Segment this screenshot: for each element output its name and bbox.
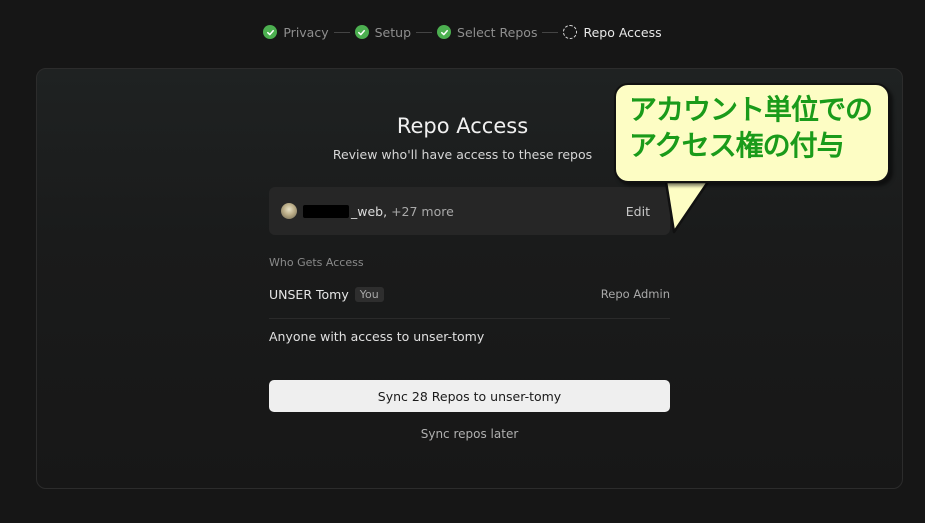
redacted-text [303,204,349,218]
step-connector [416,31,433,33]
step-label: Privacy [283,24,329,40]
edit-repos-button[interactable]: Edit [626,204,650,219]
onboarding-stepper: Privacy Setup Select Repos Repo Access [0,22,925,42]
access-member-row: UNSER Tomy You Repo Admin [269,283,670,305]
dashed-circle-icon [563,25,578,39]
check-circle-icon [354,25,369,39]
check-circle-icon [437,25,452,39]
repo-more-count: +27 more [391,203,454,219]
annotation-callout: アカウント単位での アクセス権の付与 [614,83,890,183]
sync-later-link[interactable]: Sync repos later [269,427,670,441]
who-gets-access-label: Who Gets Access [269,256,364,269]
step-connector [542,31,559,33]
sync-repos-button[interactable]: Sync 28 Repos to unser-tomy [269,380,670,412]
step-label: Setup [374,24,412,40]
step-setup: Setup [354,24,412,40]
anyone-access-text: Anyone with access to unser-tomy [269,329,485,344]
step-label: Select Repos [457,24,538,40]
divider [269,318,670,319]
callout-line-2: アクセス権の付与 [629,129,845,162]
check-circle-icon [263,25,278,39]
selected-repos-summary: _web, +27 more Edit [269,187,670,235]
owner-avatar [281,203,297,219]
member-name: UNSER Tomy [269,286,349,302]
step-connector [333,31,350,33]
step-privacy: Privacy [263,24,329,40]
you-badge: You [354,286,384,302]
member-role: Repo Admin [600,287,670,301]
repo-name: _web, [351,203,388,219]
callout-line-1: アカウント単位での [629,93,873,126]
step-repo-access: Repo Access [563,24,662,40]
step-label: Repo Access [583,24,662,40]
step-select-repos: Select Repos [437,25,537,40]
